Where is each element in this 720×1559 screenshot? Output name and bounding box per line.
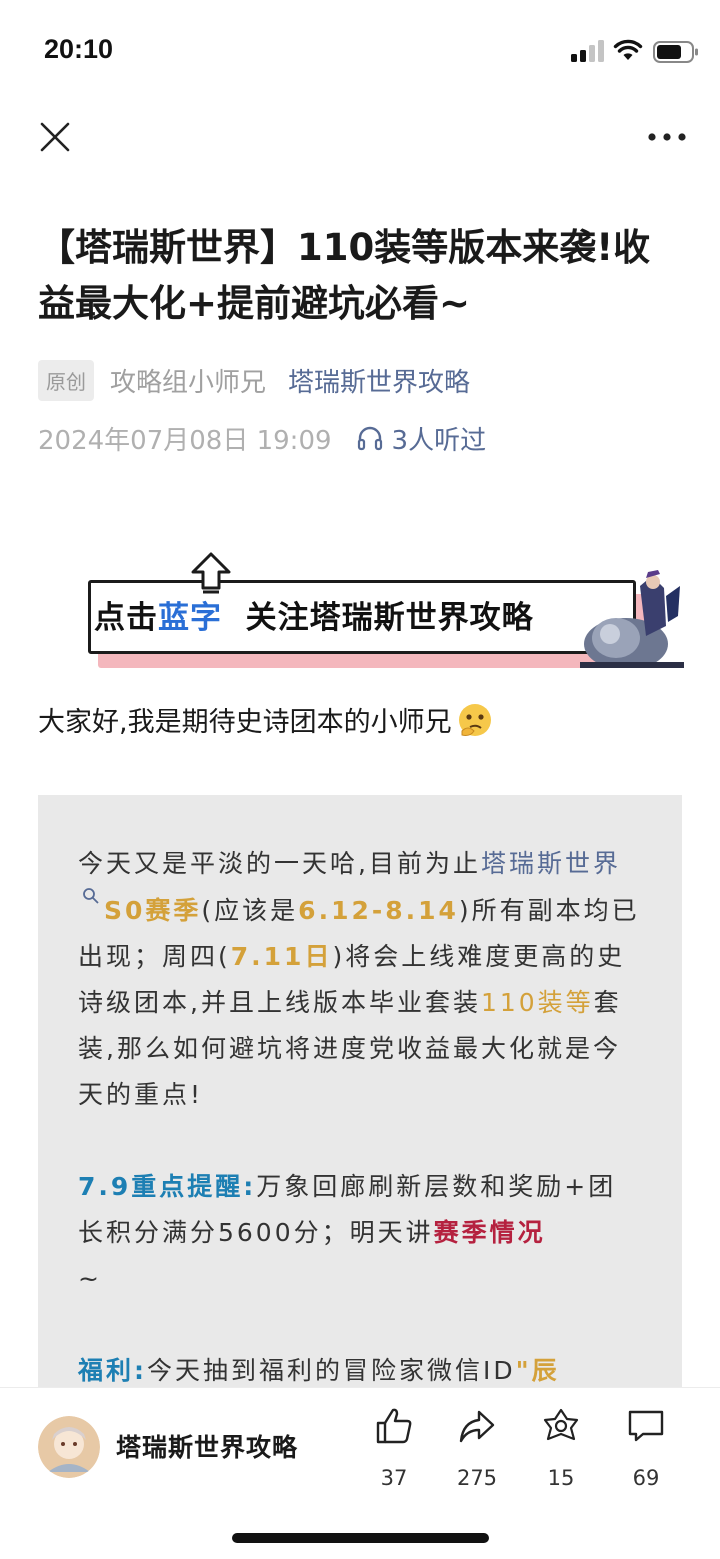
listen-count: 3人听过 [391,425,487,456]
status-time: 20:10 [44,34,114,64]
banner-text-blue: 蓝字 [158,600,222,636]
home-indicator [232,1533,489,1543]
quote-paragraph-2: 7.9重点提醒:万象回廊刷新层数和奖励+团长积分满分5600分；明天讲赛季情况 ~ [78,1164,640,1302]
comment-bubble-icon [628,1410,664,1442]
share-button[interactable]: 275 [445,1406,509,1496]
date-row: 2024年07月08日 19:09 3人听过 [38,418,486,458]
game-link[interactable]: 塔瑞斯世界 [481,849,621,878]
more-options-icon[interactable] [646,124,688,150]
intro-paragraph: 大家好,我是期待史诗团本的小师兄 [38,700,494,739]
original-badge: 原创 [38,359,94,401]
quote-text-segment: 今天又是平淡的一天哈,目前为止 [78,849,481,878]
share-count: 275 [456,1466,498,1490]
headphone-icon [357,426,382,451]
game-character-illustration [580,570,684,668]
wifi-icon [613,39,643,60]
status-bar: 20:10 [0,0,720,100]
date-highlight: 7.11日 [230,942,333,971]
quote-text-segment: (应该是 [201,896,299,925]
favorite-button[interactable]: 15 [529,1406,593,1496]
flower-icon [543,1408,579,1441]
close-icon[interactable] [36,118,74,156]
search-icon[interactable] [82,887,100,905]
reminder-label: 7.9重点提醒: [78,1172,257,1201]
banner-text-click: 点击 [94,600,158,636]
battery-icon [653,41,698,63]
like-count: 37 [380,1466,408,1490]
article-title: 【塔瑞斯世界】110装等版本来袭!收益最大化+提前避坑必看~ [38,226,651,325]
quote-text-segment: ~ [78,1264,102,1293]
article-meta: 原创 攻略组小师兄 塔瑞斯世界攻略 [38,358,470,402]
publish-date: 2024年07月08日 19:09 [38,425,332,456]
banner-text: 点击蓝字 关注塔瑞斯世界攻略 [94,592,534,637]
quote-text-segment: 今天抽到福利的冒险家微信ID [147,1356,516,1385]
bottom-account-name[interactable]: 塔瑞斯世界攻略 [116,1428,298,1464]
date-range-highlight: 6.12-8.14 [298,896,459,925]
share-arrow-icon [459,1410,495,1443]
comment-button[interactable]: 69 [614,1406,678,1496]
season-info-highlight: 赛季情况 [433,1218,546,1247]
welfare-label: 福利: [78,1356,147,1385]
intro-text: 大家好,我是期待史诗团本的小师兄 [38,707,452,738]
comment-count: 69 [632,1466,660,1490]
quote-block: 今天又是平淡的一天哈,目前为止塔瑞斯世界S0赛季(应该是6.12-8.14)所有… [38,795,682,1395]
season-highlight: S0赛季 [104,896,202,925]
cellular-signal-icon [571,40,604,62]
author-name: 攻略组小师兄 [110,367,267,398]
thinking-emoji-icon [458,703,491,736]
listen-button[interactable]: 3人听过 [356,420,487,457]
thumbs-up-icon [376,1408,412,1444]
like-button[interactable]: 37 [362,1406,426,1496]
gear-level-highlight: 110装等 [480,988,594,1017]
up-arrow-icon [191,552,231,594]
banner-text-follow: 关注塔瑞斯世界攻略 [245,600,534,636]
winner-id-highlight: "辰 [515,1356,560,1385]
account-link[interactable]: 塔瑞斯世界攻略 [288,362,470,399]
account-avatar[interactable] [38,1416,100,1478]
follow-banner[interactable]: 点击蓝字 关注塔瑞斯世界攻略 [86,548,684,668]
quote-text: 今天又是平淡的一天哈,目前为止塔瑞斯世界S0赛季(应该是6.12-8.14)所有… [78,841,640,1395]
quote-paragraph-1: 今天又是平淡的一天哈,目前为止塔瑞斯世界S0赛季(应该是6.12-8.14)所有… [78,841,640,1118]
favorite-count: 15 [547,1466,575,1490]
